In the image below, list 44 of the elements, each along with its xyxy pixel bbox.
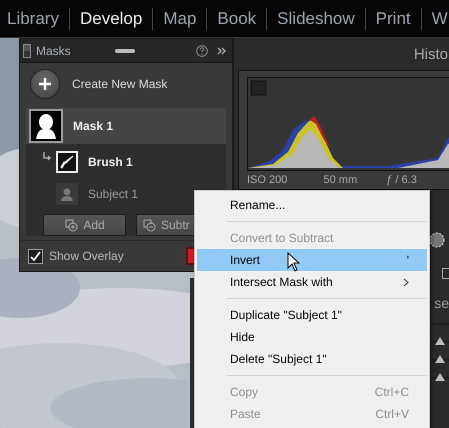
panel-title: Histo — [414, 46, 448, 65]
help-icon[interactable] — [196, 44, 208, 56]
brush-icon[interactable] — [56, 151, 78, 173]
module-tab[interactable]: Slideshow — [277, 8, 366, 30]
mask-row[interactable]: Brush 1 — [26, 144, 226, 180]
subtract-shape-icon — [142, 218, 157, 232]
menu-shortcut: ' — [406, 253, 409, 267]
histogram-info: 50 mm — [323, 174, 358, 186]
menu-item[interactable]: Duplicate "Subject 1" — [197, 304, 427, 326]
menu-shortcut: Ctrl+C — [374, 385, 409, 399]
brush-tip-icon[interactable] — [429, 232, 445, 248]
menu-item[interactable]: Intersect Mask with — [197, 271, 427, 293]
module-tab[interactable]: W — [432, 8, 449, 30]
overlay-checkbox[interactable] — [28, 248, 43, 264]
mask-name: Mask 1 — [73, 119, 114, 133]
section-label: se — [434, 295, 449, 311]
create-mask-button[interactable] — [30, 69, 60, 99]
menu-item[interactable]: Delete "Subject 1" — [197, 348, 427, 370]
drag-handle-icon[interactable] — [115, 48, 135, 52]
cursor-icon — [287, 252, 300, 272]
histogram-info: ISO 200 — [247, 174, 288, 186]
module-tab[interactable]: Develop — [80, 8, 154, 30]
child-arrow-icon — [42, 152, 52, 162]
create-mask-label[interactable]: Create New Mask — [72, 77, 168, 91]
menu-item[interactable]: Invert ' — [197, 249, 427, 271]
add-shape-icon — [64, 218, 80, 232]
mask-thumbnail[interactable] — [29, 109, 63, 143]
histogram-info: ƒ / 6.3 — [386, 174, 418, 186]
mask-name: Subject 1 — [88, 187, 138, 201]
module-tab[interactable]: Map — [163, 8, 208, 30]
overlay-label: Show Overlay — [49, 249, 125, 263]
person-icon[interactable] — [56, 183, 78, 205]
menu-shortcut: Ctrl+V — [375, 407, 409, 421]
add-button[interactable]: Add — [43, 214, 126, 236]
mask-row[interactable]: Mask 1 — [26, 108, 226, 144]
module-tab[interactable]: Print — [376, 8, 422, 30]
module-tab[interactable]: Library — [7, 8, 70, 30]
mask-name: Brush 1 — [88, 155, 133, 169]
panel-title: Masks — [36, 44, 72, 58]
collapse-icon[interactable] — [217, 46, 226, 54]
plus-icon — [39, 78, 51, 90]
module-tab[interactable]: Book — [217, 8, 268, 30]
menu-item[interactable]: Hide — [197, 326, 427, 348]
panel-toggle-icon[interactable] — [23, 44, 31, 58]
